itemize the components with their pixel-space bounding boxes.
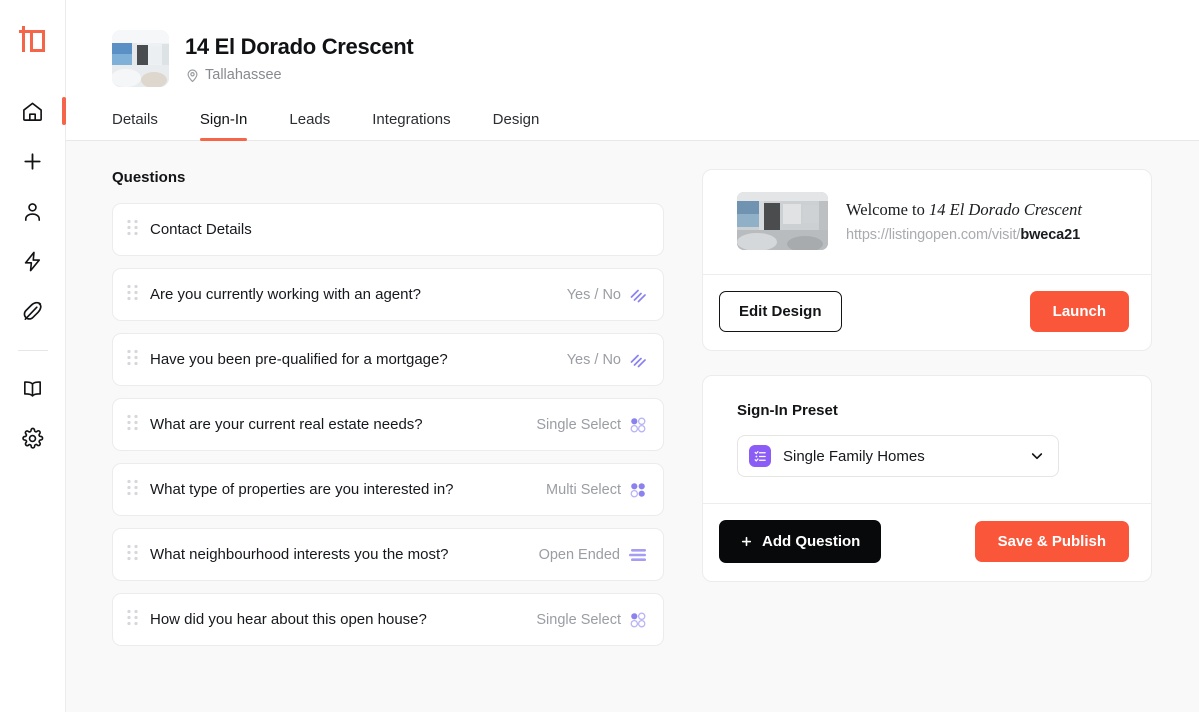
plus-icon — [740, 535, 753, 548]
question-label: Have you been pre-qualified for a mortga… — [150, 351, 567, 368]
drag-handle-icon[interactable] — [127, 219, 138, 241]
preset-selected-value: Single Family Homes — [783, 448, 1029, 465]
preview-welcome-text: Welcome to 14 El Dorado Crescent — [846, 200, 1082, 220]
feather-icon — [21, 300, 44, 323]
questions-list: Contact Details Are you currently workin… — [112, 203, 664, 646]
question-type-label: Multi Select — [546, 482, 621, 498]
multi-select-icon — [630, 482, 646, 498]
list-checklist-icon — [749, 445, 771, 467]
drag-handle-icon[interactable] — [127, 609, 138, 631]
preview-url: https://listingopen.com/visit/bweca21 — [846, 227, 1082, 243]
listing-thumbnail — [112, 30, 169, 87]
listing-summary: 14 El Dorado Crescent Tallahassee — [112, 30, 1199, 87]
sidebar-item-automations[interactable] — [0, 236, 65, 286]
edit-design-button[interactable]: Edit Design — [719, 291, 842, 332]
plus-icon — [21, 150, 44, 173]
left-nav-rail — [0, 0, 66, 712]
preview-body: Welcome to 14 El Dorado Crescent https:/… — [703, 170, 1151, 274]
drag-handle-icon[interactable] — [127, 414, 138, 436]
page-title: 14 El Dorado Crescent — [185, 34, 413, 60]
question-row-real-estate-needs[interactable]: What are your current real estate needs?… — [112, 398, 664, 451]
preview-thumbnail — [737, 192, 828, 250]
question-label: Are you currently working with an agent? — [150, 286, 567, 303]
map-pin-icon — [185, 68, 200, 83]
home-icon — [21, 100, 44, 123]
sidebar-item-contacts[interactable] — [0, 186, 65, 236]
preset-select[interactable]: Single Family Homes — [737, 435, 1059, 477]
rail-divider — [18, 350, 48, 351]
book-icon — [21, 377, 44, 400]
add-question-label: Add Question — [762, 533, 860, 550]
question-label: Contact Details — [150, 221, 646, 238]
drag-handle-icon[interactable] — [127, 349, 138, 371]
preview-url-slug: bweca21 — [1020, 227, 1080, 243]
chevron-down-icon[interactable] — [1029, 448, 1045, 464]
question-type-label: Single Select — [536, 417, 621, 433]
preview-welcome-prefix: Welcome to — [846, 200, 929, 219]
question-row-contact-details[interactable]: Contact Details — [112, 203, 664, 256]
tab-integrations[interactable]: Integrations — [372, 111, 450, 140]
sidebar-item-guides[interactable] — [0, 363, 65, 413]
single-select-icon — [630, 417, 646, 433]
preview-welcome-listing: 14 El Dorado Crescent — [929, 200, 1082, 219]
sidebar-item-create[interactable] — [0, 136, 65, 186]
question-type-label: Yes / No — [567, 352, 621, 368]
yes-no-icon — [630, 352, 646, 368]
page-header: 14 El Dorado Crescent Tallahassee Detail… — [66, 0, 1199, 141]
add-question-button[interactable]: Add Question — [719, 520, 881, 563]
tab-design[interactable]: Design — [493, 111, 540, 140]
preset-label: Sign-In Preset — [737, 402, 1129, 419]
tab-bar: Details Sign-In Leads Integrations Desig… — [112, 111, 1199, 140]
question-type-label: Single Select — [536, 612, 621, 628]
question-row-pre-qualified-mortgage[interactable]: Have you been pre-qualified for a mortga… — [112, 333, 664, 386]
gear-icon — [21, 427, 44, 450]
preview-url-base: https://listingopen.com/visit/ — [846, 227, 1020, 243]
tab-leads[interactable]: Leads — [289, 111, 330, 140]
questions-panel: Questions Contact Details Are you curren… — [112, 169, 664, 712]
drag-handle-icon[interactable] — [127, 284, 138, 306]
bolt-icon — [21, 250, 44, 273]
question-label: How did you hear about this open house? — [150, 611, 536, 628]
sidebar-item-home[interactable] — [0, 86, 65, 136]
right-panel: Welcome to 14 El Dorado Crescent https:/… — [702, 169, 1152, 712]
sidebar-item-settings[interactable] — [0, 413, 65, 463]
save-publish-button[interactable]: Save & Publish — [975, 521, 1129, 562]
question-row-hear-about-open-house[interactable]: How did you hear about this open house? … — [112, 593, 664, 646]
launch-button[interactable]: Launch — [1030, 291, 1129, 332]
question-type-label: Open Ended — [539, 547, 620, 563]
questions-heading: Questions — [112, 169, 664, 186]
question-type-label: Yes / No — [567, 287, 621, 303]
listing-location: Tallahassee — [185, 67, 413, 83]
preview-card: Welcome to 14 El Dorado Crescent https:/… — [702, 169, 1152, 351]
open-ended-icon — [629, 548, 646, 562]
listing-location-label: Tallahassee — [205, 67, 282, 83]
preset-card-actions: Add Question Save & Publish — [703, 503, 1151, 581]
question-label: What type of properties are you interest… — [150, 481, 546, 498]
main-area: 14 El Dorado Crescent Tallahassee Detail… — [66, 0, 1199, 712]
app-root: 14 El Dorado Crescent Tallahassee Detail… — [0, 0, 1199, 712]
tab-sign-in[interactable]: Sign-In — [200, 111, 248, 140]
question-row-working-with-agent[interactable]: Are you currently working with an agent?… — [112, 268, 664, 321]
question-label: What are your current real estate needs? — [150, 416, 536, 433]
person-icon — [21, 200, 44, 223]
yes-no-icon — [630, 287, 646, 303]
preset-body: Sign-In Preset Single Family Homes — [703, 376, 1151, 503]
tab-details[interactable]: Details — [112, 111, 158, 140]
listingopen-logo[interactable] — [16, 22, 50, 56]
preset-card: Sign-In Preset Single Family Homes — [702, 375, 1152, 582]
drag-handle-icon[interactable] — [127, 479, 138, 501]
sidebar-item-design[interactable] — [0, 286, 65, 336]
content-area: Questions Contact Details Are you curren… — [66, 141, 1199, 712]
preview-card-actions: Edit Design Launch — [703, 274, 1151, 350]
question-row-property-types[interactable]: What type of properties are you interest… — [112, 463, 664, 516]
question-row-neighbourhood[interactable]: What neighbourhood interests you the mos… — [112, 528, 664, 581]
question-label: What neighbourhood interests you the mos… — [150, 546, 539, 563]
single-select-icon — [630, 612, 646, 628]
drag-handle-icon[interactable] — [127, 544, 138, 566]
rail-items — [0, 86, 65, 463]
